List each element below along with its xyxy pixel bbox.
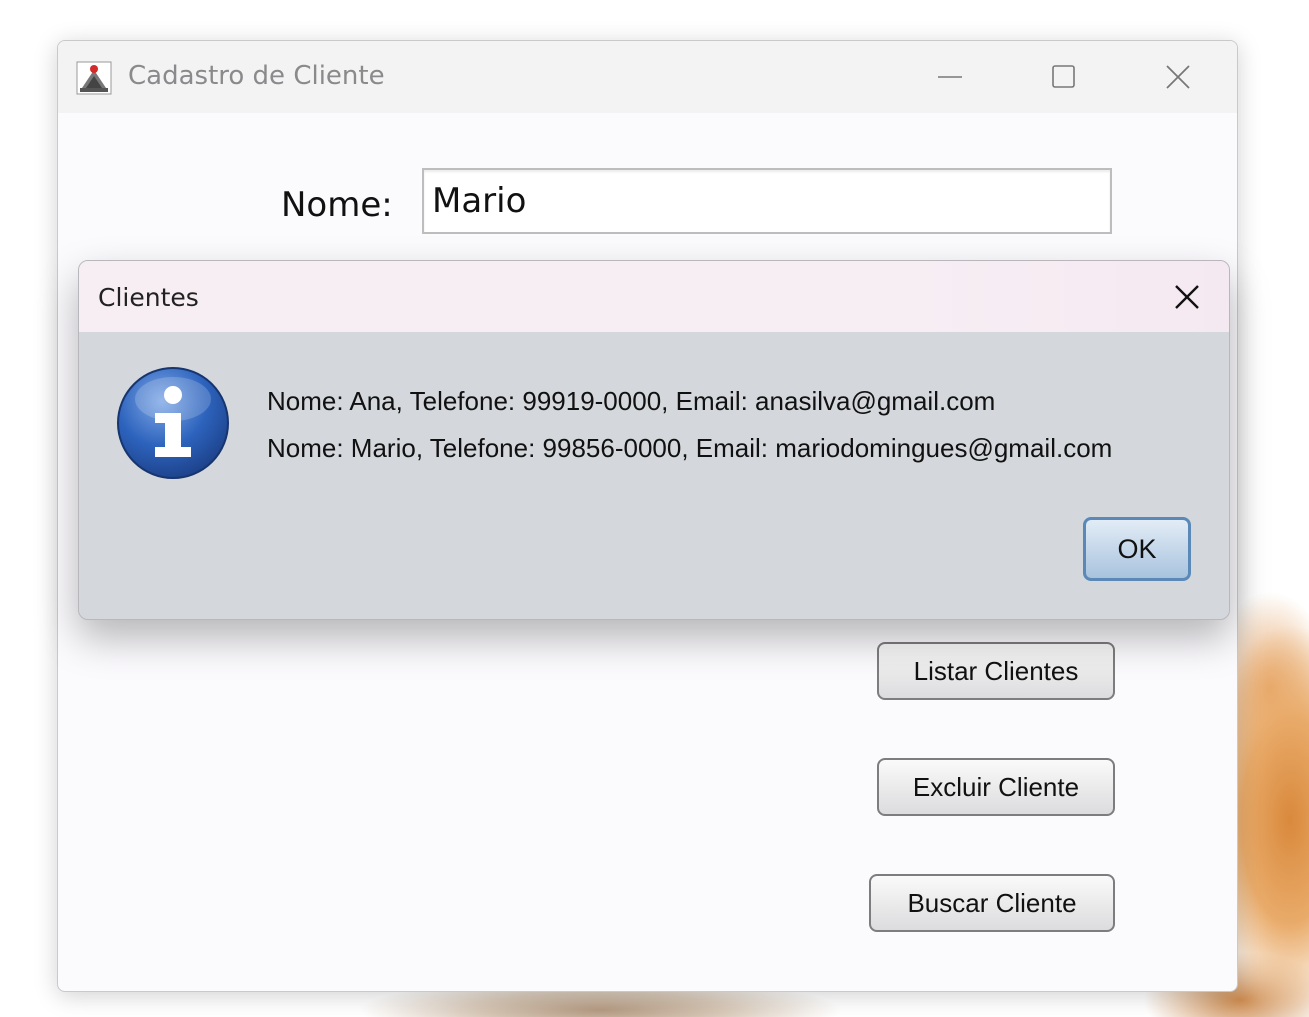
cliente-line: Nome: Ana, Telefone: 99919-0000, Email: … bbox=[267, 386, 996, 416]
ok-button[interactable]: OK bbox=[1083, 517, 1191, 581]
maximize-icon bbox=[1052, 65, 1075, 88]
main-titlebar: Cadastro de Cliente bbox=[58, 41, 1237, 113]
java-cup-icon bbox=[76, 61, 112, 95]
dialog-title: Clientes bbox=[98, 283, 199, 312]
maximize-button[interactable] bbox=[1042, 57, 1086, 97]
window-title: Cadastro de Cliente bbox=[128, 61, 385, 91]
info-icon bbox=[117, 367, 229, 479]
excluir-cliente-button[interactable]: Excluir Cliente bbox=[877, 758, 1115, 816]
clientes-dialog: Clientes Nome: Ana, Telefone: 99919-0000… bbox=[78, 260, 1230, 620]
dialog-close-button[interactable] bbox=[1167, 277, 1207, 317]
close-icon bbox=[1175, 285, 1199, 309]
nome-input[interactable]: Mario bbox=[422, 168, 1112, 234]
nome-label: Nome: bbox=[281, 185, 393, 225]
listar-clientes-button[interactable]: Listar Clientes bbox=[877, 642, 1115, 700]
close-icon bbox=[1166, 65, 1190, 89]
buscar-cliente-button[interactable]: Buscar Cliente bbox=[869, 874, 1115, 932]
minimize-button[interactable] bbox=[928, 57, 972, 97]
minimize-icon bbox=[938, 76, 962, 78]
cliente-line: Nome: Mario, Telefone: 99856-0000, Email… bbox=[267, 433, 1113, 463]
close-button[interactable] bbox=[1156, 57, 1200, 97]
dialog-titlebar: Clientes bbox=[79, 261, 1229, 332]
